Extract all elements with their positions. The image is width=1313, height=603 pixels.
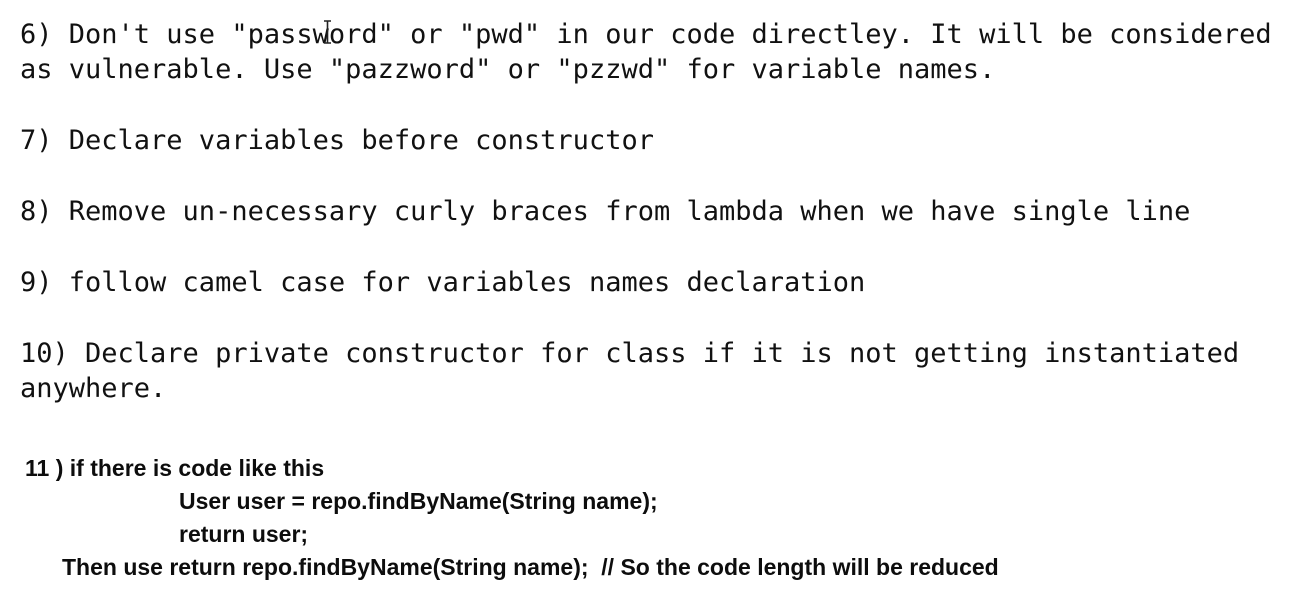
rule-7: 7) Declare variables before constructor: [20, 125, 654, 156]
rule-6-line-1: 6) Don't use "password" or "pwd" in our …: [20, 19, 1272, 50]
text-cursor-icon: [323, 20, 332, 44]
rule-10-line-2: anywhere.: [20, 373, 167, 404]
rule-10-line-1: 10) Declare private constructor for clas…: [20, 338, 1240, 369]
rule-8: 8) Remove un-necessary curly braces from…: [20, 196, 1191, 227]
rule-11-code-line-2: return user;: [179, 521, 309, 547]
rule-11-heading: 11 ) if there is code like this: [25, 455, 325, 481]
rule-11-code-line-1: User user = repo.findByName(String name)…: [179, 488, 658, 514]
rule-6-line-2: as vulnerable. Use "pazzword" or "pzzwd"…: [20, 54, 996, 85]
rule-9: 9) follow camel case for variables names…: [20, 267, 866, 298]
rule-11-advice: Then use return repo.findByName(String n…: [62, 554, 999, 580]
